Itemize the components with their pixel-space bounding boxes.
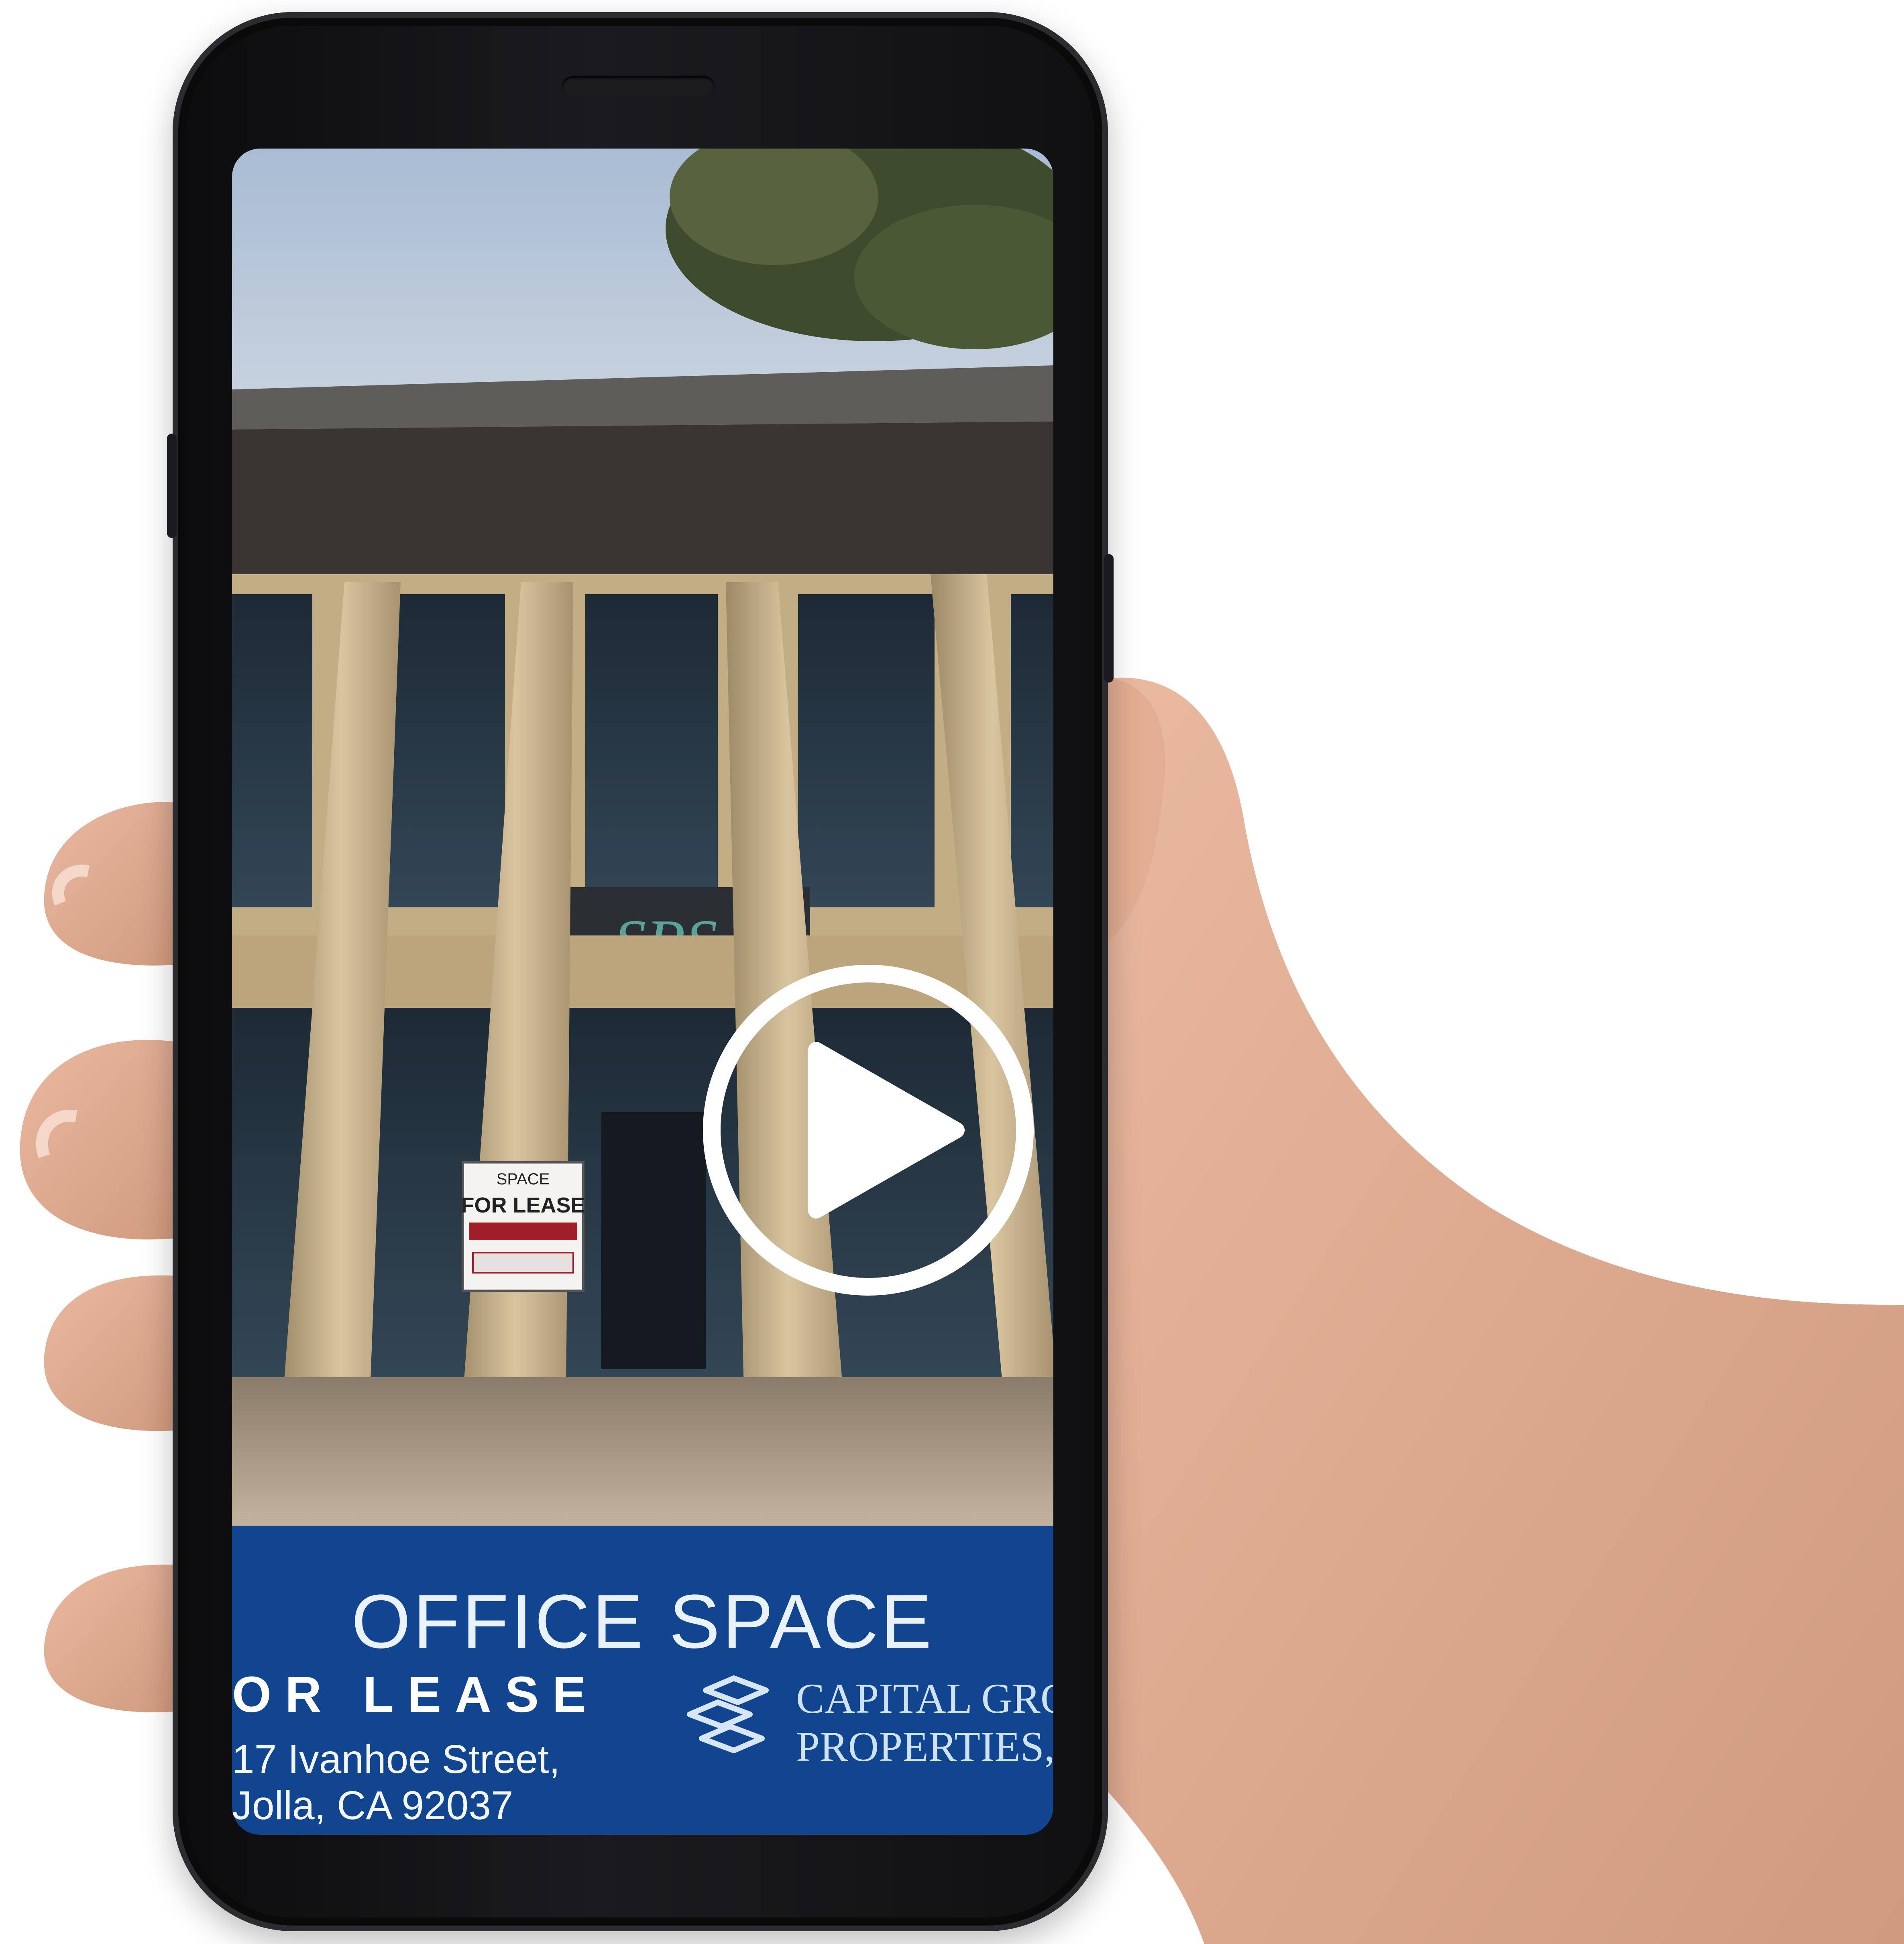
building-photo: SPS SPACE FOR LEASE [232,149,1053,1526]
brand-line-1: CAPITAL GROW [796,1675,1053,1722]
listing-subtitle: OR LEASE [232,1666,600,1723]
play-button[interactable] [696,958,1041,1303]
brand-line-2: PROPERTIES, I [796,1723,1053,1770]
sign-text-space: SPACE [497,1170,550,1188]
video-screen[interactable]: SPS SPACE FOR LEASE OFFICE SPACE OR LEAS… [232,149,1053,1835]
listing-banner: OFFICE SPACE OR LEASE 17 Ivanhoe Street,… [232,1526,1053,1835]
power-button [1104,554,1114,683]
capital-growth-logo-icon [687,1675,769,1753]
play-icon [808,1042,965,1219]
earpiece-speaker [562,76,715,96]
volume-button [167,434,177,538]
sign-text-for-lease: FOR LEASE [461,1193,585,1217]
address-line-1: 17 Ivanhoe Street, [232,1737,560,1782]
address-line-2: Jolla, CA 92037 [232,1783,513,1828]
listing-title: OFFICE SPACE [351,1579,934,1664]
